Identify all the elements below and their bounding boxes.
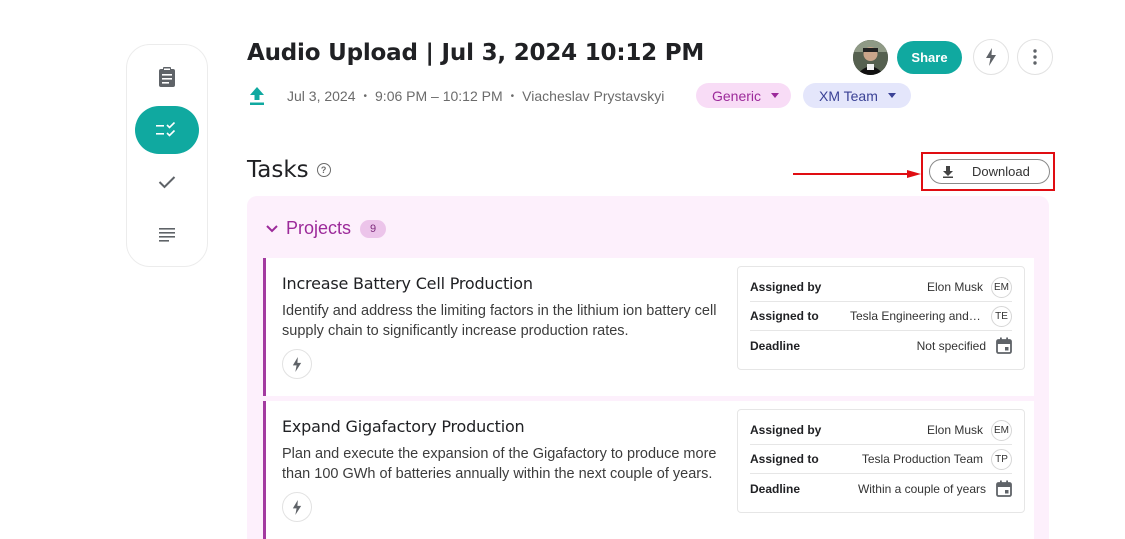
avatar: EM [991,276,1012,298]
task-list-icon [156,122,176,137]
assigned-by-row: Assigned by Elon Musk EM [750,416,1012,445]
checkmark-icon [158,176,176,189]
meta-date: Jul 3, 2024 [287,88,356,104]
rail-item-summary[interactable] [135,53,199,101]
assigned-by-label: Assigned by [750,423,822,437]
deadline-row: Deadline Not specified [750,331,1012,360]
text-lines-icon [159,228,175,242]
deadline-label: Deadline [750,481,801,496]
meta-time: 9:06 PM – 10:12 PM [375,88,503,104]
assigned-by-label: Assigned by [750,280,822,294]
task-details: Assigned by Elon Musk EM Assigned to Tes… [737,409,1025,513]
assigned-to-value: Tesla Engineering and Production Teams [850,309,983,323]
lightning-icon [292,356,302,372]
rail-item-transcript[interactable] [135,210,199,258]
tasks-title: Tasks [247,157,309,183]
meta-author: Viacheslav Prystavskyi [522,88,665,104]
download-label: Download [972,164,1030,179]
category-chip[interactable]: Generic [696,83,791,108]
avatar: TP [991,448,1012,470]
meta-separator: • [510,90,515,102]
avatar: EM [991,419,1012,441]
chevron-down-icon [266,224,278,232]
deadline-value: Not specified [916,338,986,353]
rail-item-tasks[interactable] [135,106,199,154]
assigned-by-row: Assigned by Elon Musk EM [750,273,1012,302]
chevron-down-icon [887,93,896,98]
annotation-arrow [793,170,921,178]
chevron-down-icon [771,93,780,98]
task-title: Expand Gigafactory Production [282,417,525,436]
more-options-button[interactable] [1017,39,1053,75]
task-action-button[interactable] [282,492,312,522]
team-chip-label: XM Team [819,87,878,104]
projects-label: Projects [286,218,352,238]
actions-button[interactable] [973,39,1009,75]
deadline-row: Deadline Within a couple of years [750,474,1012,503]
task-description: Identify and address the limiting factor… [282,303,717,339]
task-card[interactable]: Increase Battery Cell Production Identif… [263,258,1034,396]
meta-separator: • [363,90,368,102]
assigned-by-value: Elon Musk [926,280,983,294]
rail-item-done[interactable] [135,158,199,206]
task-action-button[interactable] [282,349,312,379]
share-button[interactable]: Share [897,41,962,74]
projects-count-badge: 9 [360,219,387,238]
projects-section-header[interactable]: Projects 9 [266,218,387,239]
side-rail [126,44,208,267]
calendar-icon[interactable] [996,480,1012,497]
deadline-value: Within a couple of years [857,481,986,496]
task-title: Increase Battery Cell Production [282,274,533,293]
meta-row: Jul 3, 2024 • 9:06 PM – 10:12 PM • Viach… [248,84,664,108]
upload-icon [248,84,270,108]
help-icon[interactable]: ? [316,163,331,177]
task-card[interactable]: Expand Gigafactory Production Plan and e… [263,401,1034,539]
clipboard-icon [159,67,175,87]
assigned-to-label: Assigned to [750,452,819,466]
category-chip-label: Generic [712,87,762,104]
calendar-icon[interactable] [996,337,1012,354]
lightning-icon [986,48,996,66]
assigned-to-value: Tesla Production Team [861,452,983,466]
lightning-icon [292,499,302,515]
task-details: Assigned by Elon Musk EM Assigned to Tes… [737,266,1025,370]
page-title: Audio Upload | Jul 3, 2024 10:12 PM [247,40,705,66]
deadline-label: Deadline [750,338,801,353]
user-avatar[interactable] [853,40,888,75]
assigned-to-row: Assigned to Tesla Production Team TP [750,445,1012,474]
download-icon [942,165,954,178]
task-description: Plan and execute the expansion of the Gi… [282,446,717,482]
assigned-to-label: Assigned to [750,309,819,323]
assigned-by-value: Elon Musk [926,423,983,437]
more-vertical-icon [1033,49,1037,65]
download-button[interactable]: Download [929,159,1050,184]
team-chip[interactable]: XM Team [803,83,911,108]
avatar: TE [991,305,1012,327]
assigned-to-row: Assigned to Tesla Engineering and Produc… [750,302,1012,331]
tasks-heading: Tasks ? [247,157,331,183]
